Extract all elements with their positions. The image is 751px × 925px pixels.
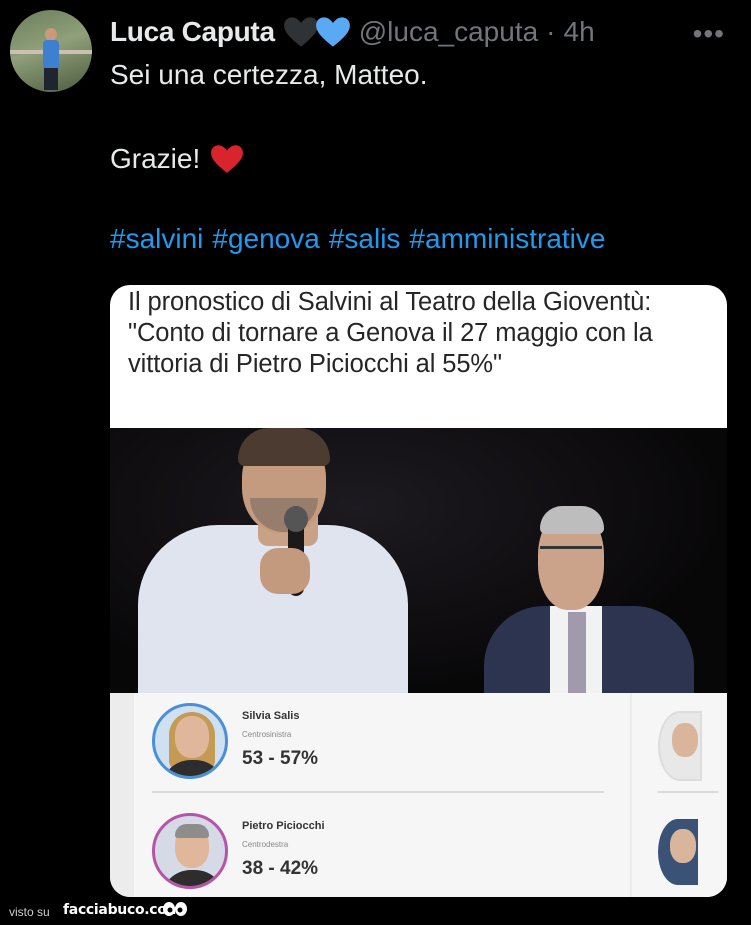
tweet-time[interactable]: 4h <box>564 16 595 48</box>
candidate-face <box>175 716 209 758</box>
hashtag-link[interactable]: #salvini <box>110 223 203 254</box>
second-man-tie <box>568 612 586 693</box>
candidate-name: Pietro Piciocchi <box>242 820 325 832</box>
eyes-logo-icon <box>163 902 187 916</box>
more-options-icon[interactable]: ••• <box>693 18 725 50</box>
hashtag-link[interactable]: #salis <box>329 223 401 254</box>
poll-results: Silvia Salis Centrosinistra 53 - 57% Pie… <box>110 693 727 897</box>
candidate-party: Centrodestra <box>242 840 289 849</box>
results-divider <box>658 791 718 793</box>
cropped-candidate-photo <box>658 711 702 781</box>
red-heart-icon <box>211 145 244 173</box>
hashtag-link[interactable]: #amministrative <box>409 223 605 254</box>
tweet-line-1: Sei una certezza, Matteo. <box>110 59 428 90</box>
time-separator: · <box>546 16 556 47</box>
results-divider <box>152 791 604 793</box>
author-name[interactable]: Luca Caputa <box>110 16 275 48</box>
speaker-hand <box>260 548 310 594</box>
visto-label: visto su <box>9 905 50 919</box>
stage-photo <box>110 428 727 693</box>
avatar-figure-legs <box>44 68 58 90</box>
card-headline: Il pronostico di Salvini al Teatro della… <box>128 288 653 378</box>
name-emoji-group <box>283 16 351 48</box>
black-heart-icon <box>283 17 318 47</box>
speaker-hair <box>238 428 330 466</box>
hashtag-list: #salvini #genova #salis #amministrative <box>110 222 605 256</box>
candidate-name: Silvia Salis <box>242 710 300 722</box>
author-handle[interactable]: @luca_caputa <box>359 16 538 48</box>
blue-heart-icon <box>315 17 350 47</box>
avatar-figure-body <box>43 40 59 70</box>
hashtag-link[interactable]: #genova <box>212 223 319 254</box>
poll-panel-cropped <box>632 693 727 897</box>
tweet-header: Luca Caputa @luca_caputa · 4h <box>110 12 595 52</box>
candidate-photo <box>152 703 228 779</box>
attached-image[interactable]: Il pronostico di Salvini al Teatro della… <box>110 285 727 897</box>
cropped-candidate-photo <box>658 819 698 885</box>
candidate-party: Centrosinistra <box>242 730 292 739</box>
tweet-line-2-wrap: Grazie! <box>110 142 244 176</box>
candidate-row: Pietro Piciocchi Centrodestra 38 - 42% <box>152 813 612 897</box>
candidate-row: Silvia Salis Centrosinistra 53 - 57% <box>152 703 612 793</box>
cropped-candidate-face <box>672 723 698 757</box>
candidate-range: 38 - 42% <box>242 858 319 879</box>
watermark-footer: visto su facciabuco.com <box>0 897 751 925</box>
tweet-line-2: Grazie! <box>110 143 201 174</box>
second-man-glasses <box>540 546 602 559</box>
author-avatar[interactable] <box>10 10 92 92</box>
candidate-hair <box>175 824 209 838</box>
candidate-range: 53 - 57% <box>242 748 319 769</box>
second-man-hair <box>540 506 604 534</box>
poll-panel: Silvia Salis Centrosinistra 53 - 57% Pie… <box>134 693 630 897</box>
microphone-head <box>284 506 308 532</box>
candidate-photo <box>152 813 228 889</box>
cropped-candidate-face <box>670 829 696 863</box>
candidate-clothes <box>161 870 225 886</box>
